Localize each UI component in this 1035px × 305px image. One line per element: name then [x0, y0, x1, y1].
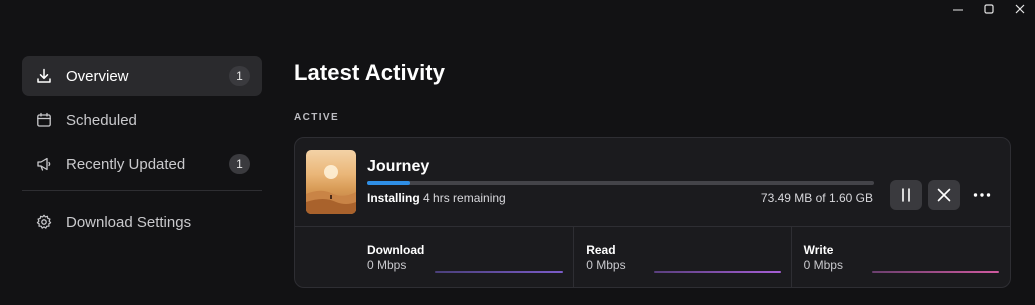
status-line: Installing 4 hrs remaining — [367, 191, 506, 205]
sidebar-item-label: Download Settings — [66, 213, 192, 231]
download-card: Journey Installing 4 hrs remaining 73.49… — [294, 137, 1011, 288]
more-icon — [973, 193, 991, 197]
maximize-icon — [983, 4, 994, 14]
stat-graph — [435, 271, 563, 273]
cancel-button[interactable] — [928, 180, 960, 210]
sidebar-item-label: Recently Updated — [66, 155, 186, 173]
sidebar: Overview 1 Scheduled Recently Updated 1 … — [22, 56, 262, 246]
more-button[interactable] — [967, 180, 997, 210]
section-label: ACTIVE — [294, 112, 340, 123]
sidebar-divider — [22, 190, 262, 191]
cancel-icon — [937, 188, 951, 202]
count-badge: 1 — [229, 66, 250, 86]
progress-fill — [367, 181, 411, 185]
stat-read: Read 0 Mbps — [573, 227, 790, 287]
sidebar-item-download-settings[interactable]: Download Settings — [22, 202, 262, 242]
pause-icon — [902, 188, 910, 202]
game-title: Journey — [367, 158, 430, 175]
main-content: Latest Activity ACTIVE Journey Installin… — [294, 60, 1011, 288]
stat-label: Read — [586, 243, 616, 257]
minimize-icon — [952, 9, 963, 11]
calendar-icon — [36, 112, 52, 128]
download-icon — [36, 68, 52, 84]
sidebar-item-recently-updated[interactable]: Recently Updated 1 — [22, 144, 262, 184]
time-remaining: 4 hrs remaining — [423, 191, 506, 205]
stat-label: Write — [803, 243, 834, 257]
stat-value: 0 Mbps — [586, 258, 626, 272]
minimize-button[interactable] — [942, 0, 973, 18]
stat-download: Download 0 Mbps — [295, 227, 573, 287]
gear-icon — [36, 214, 52, 230]
stats-row: Download 0 Mbps Read 0 Mbps Write 0 Mbps — [295, 227, 1010, 287]
close-button[interactable] — [1004, 0, 1035, 18]
count-badge: 1 — [229, 154, 250, 174]
megaphone-icon — [36, 156, 52, 172]
progress-bar — [367, 181, 874, 185]
download-card-header: Journey Installing 4 hrs remaining 73.49… — [295, 138, 1010, 227]
page-title: Latest Activity — [294, 60, 446, 85]
sidebar-item-label: Overview — [66, 67, 129, 85]
sidebar-item-overview[interactable]: Overview 1 — [22, 56, 262, 96]
sidebar-item-label: Scheduled — [66, 111, 137, 129]
stat-value: 0 Mbps — [367, 258, 407, 272]
sidebar-item-scheduled[interactable]: Scheduled — [22, 100, 262, 140]
window-controls — [942, 0, 1035, 18]
stat-write: Write 0 Mbps — [790, 227, 1010, 287]
stat-graph — [871, 271, 999, 273]
stat-label: Download — [367, 243, 425, 257]
status-text: Installing — [367, 191, 420, 205]
pause-button[interactable] — [890, 180, 922, 210]
stat-graph — [654, 271, 782, 273]
download-size: 73.49 MB of 1.60 GB — [760, 191, 873, 205]
stat-value: 0 Mbps — [803, 258, 843, 272]
close-icon — [1015, 4, 1024, 14]
maximize-button[interactable] — [973, 0, 1004, 18]
game-thumbnail[interactable] — [306, 150, 356, 214]
